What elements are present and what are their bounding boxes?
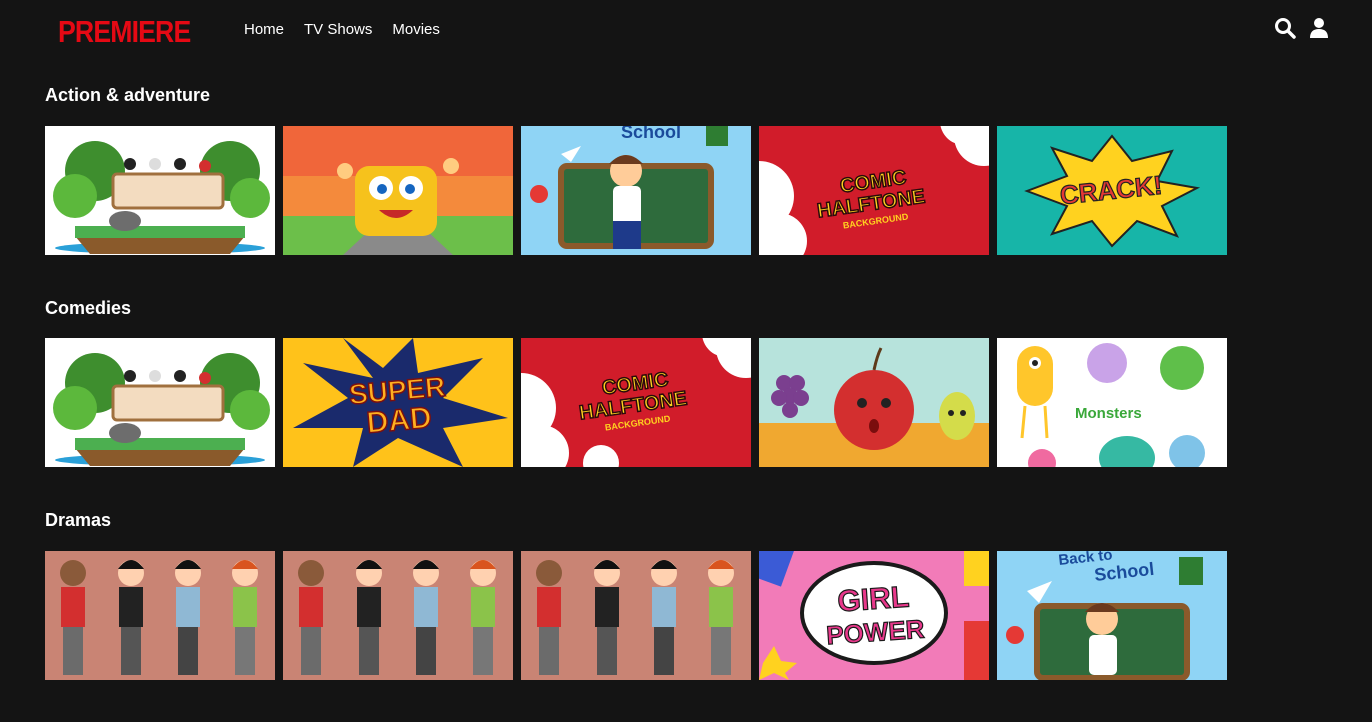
fruits-artwork bbox=[759, 338, 989, 467]
svg-text:DAD: DAD bbox=[365, 401, 433, 440]
tile-school-bus[interactable] bbox=[283, 126, 513, 255]
girl-power-artwork: GIRL POWER bbox=[759, 551, 989, 680]
row-action-adventure: Action & adventure School COMIC HALFTONE… bbox=[45, 85, 1227, 255]
tile-list: SUPER DAD COMIC HALFTONE BACKGROUND Mons… bbox=[45, 338, 1227, 467]
tile-boys-phones[interactable] bbox=[283, 551, 513, 680]
search-icon[interactable] bbox=[1274, 17, 1296, 39]
row-title: Comedies bbox=[45, 298, 132, 318]
tile-boys-phones[interactable] bbox=[45, 551, 275, 680]
nav-movies[interactable]: Movies bbox=[392, 21, 440, 38]
tile-girl-power[interactable]: GIRL POWER bbox=[759, 551, 989, 680]
tile-boys-phones[interactable] bbox=[521, 551, 751, 680]
boys-phones-artwork bbox=[45, 551, 275, 680]
crack-artwork: CRACK! bbox=[997, 126, 1227, 255]
row-title: Dramas bbox=[45, 510, 112, 530]
tile-list: School COMIC HALFTONE BACKGROUND CRACK! bbox=[45, 126, 1227, 255]
svg-text:Monsters: Monsters bbox=[1075, 405, 1142, 422]
comic-halftone-artwork: COMIC HALFTONE BACKGROUND bbox=[521, 338, 751, 467]
tile-comic-halftone[interactable]: COMIC HALFTONE BACKGROUND bbox=[521, 338, 751, 467]
tile-super-dad[interactable]: SUPER DAD bbox=[283, 338, 513, 467]
tile-crack[interactable]: CRACK! bbox=[997, 126, 1227, 255]
island-tree-birds-artwork bbox=[45, 338, 275, 467]
header-actions bbox=[1274, 17, 1330, 39]
row-dramas: Dramas GIRL POWER Back to School bbox=[45, 510, 1227, 680]
row-comedies: Comedies SUPER DAD COMIC HALFTONE BACKGR… bbox=[45, 298, 1227, 467]
tile-monsters[interactable]: Monsters bbox=[997, 338, 1227, 467]
main-nav: Home TV Shows Movies bbox=[244, 21, 440, 38]
super-dad-artwork: SUPER DAD bbox=[283, 338, 513, 467]
comic-halftone-artwork: COMIC HALFTONE BACKGROUND bbox=[759, 126, 989, 255]
user-icon[interactable] bbox=[1308, 17, 1330, 39]
back-to-school-artwork: Back to School bbox=[997, 551, 1227, 680]
svg-text:School: School bbox=[621, 126, 681, 142]
boys-phones-artwork bbox=[283, 551, 513, 680]
tile-back-to-school[interactable]: Back to School bbox=[997, 551, 1227, 680]
monsters-artwork: Monsters bbox=[997, 338, 1227, 467]
tile-island-tree-birds[interactable] bbox=[45, 126, 275, 255]
nav-tv-shows[interactable]: TV Shows bbox=[304, 21, 372, 38]
top-navigation-bar: PREMIERE Home TV Shows Movies bbox=[0, 0, 1372, 60]
premiere-logo[interactable]: PREMIERE bbox=[58, 14, 191, 50]
island-tree-birds-artwork bbox=[45, 126, 275, 255]
tile-comic-halftone[interactable]: COMIC HALFTONE BACKGROUND bbox=[759, 126, 989, 255]
boys-phones-artwork bbox=[521, 551, 751, 680]
nav-home[interactable]: Home bbox=[244, 21, 284, 38]
school-bus-artwork bbox=[283, 126, 513, 255]
row-title: Action & adventure bbox=[45, 85, 211, 105]
back-to-school-artwork: School bbox=[521, 126, 751, 255]
tile-island-tree-birds[interactable] bbox=[45, 338, 275, 467]
svg-text:GIRL: GIRL bbox=[836, 581, 910, 619]
tile-back-to-school[interactable]: School bbox=[521, 126, 751, 255]
tile-list: GIRL POWER Back to School bbox=[45, 551, 1227, 680]
tile-fruits[interactable] bbox=[759, 338, 989, 467]
